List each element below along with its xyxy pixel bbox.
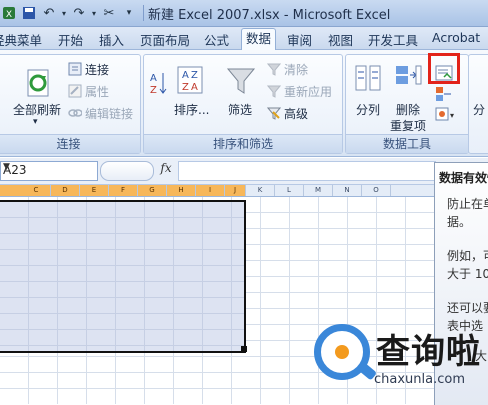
name-box-dropdown-icon[interactable]: ▼ — [3, 162, 94, 172]
svg-text:X: X — [6, 10, 12, 20]
advanced-icon[interactable] — [266, 105, 282, 121]
column-header[interactable] — [0, 185, 23, 196]
connections-icon[interactable] — [67, 61, 83, 77]
outline-partial-label[interactable]: 分 — [473, 101, 485, 118]
column-header[interactable]: G — [138, 185, 167, 196]
data-tools-group-label: 数据工具 — [346, 134, 468, 153]
tab-view[interactable]: 视图 — [328, 30, 353, 49]
formula-input[interactable] — [178, 161, 436, 181]
sort-label[interactable]: 排序... — [174, 101, 209, 118]
sort-dialog-icon[interactable]: AZZA — [176, 65, 204, 95]
refresh-all-icon[interactable] — [23, 67, 53, 99]
column-header[interactable]: I — [196, 185, 225, 196]
tooltip-line: 例如，可 — [447, 249, 488, 263]
excel-logo-icon[interactable]: X — [0, 4, 18, 22]
properties-icon[interactable] — [67, 83, 83, 99]
column-header[interactable]: F — [109, 185, 138, 196]
tab-data[interactable]: 数据 — [241, 28, 277, 50]
insert-function-icon[interactable]: fx — [156, 161, 176, 179]
watermark-brand: 查询啦 — [376, 332, 481, 372]
edit-links-label[interactable]: 编辑链接 — [85, 105, 133, 122]
tab-classic-menu[interactable]: 经典菜单 — [0, 30, 42, 49]
column-header[interactable]: D — [51, 185, 80, 196]
column-header[interactable]: M — [304, 185, 333, 196]
svg-text:▾: ▾ — [450, 111, 454, 120]
advanced-label[interactable]: 高级 — [284, 105, 308, 122]
watermark-url: chaxunla.com — [374, 372, 465, 387]
svg-text:Z: Z — [182, 82, 189, 93]
formula-bar: A23 ▼ fx — [0, 158, 488, 185]
refresh-dropdown-icon[interactable]: ▾ — [33, 117, 38, 127]
tab-home[interactable]: 开始 — [58, 30, 83, 49]
refresh-all-label[interactable]: 全部刷新 — [13, 101, 61, 118]
consolidate-icon[interactable] — [434, 85, 454, 103]
qat-separator — [143, 5, 144, 21]
column-header[interactable]: J — [225, 185, 246, 196]
window-title: 新建 Excel 2007.xlsx - Microsoft Excel — [148, 8, 391, 23]
remove-duplicates-label-2[interactable]: 重复项 — [390, 117, 426, 134]
column-headers: C D E F G H I J K L M N O — [0, 185, 488, 197]
svg-text:Z: Z — [191, 70, 198, 81]
sort-filter-group: AZ AZZA 排序... 筛选 清除 重新应用 高级 排序和筛选 — [143, 54, 343, 154]
formula-controls — [100, 161, 154, 181]
column-header[interactable]: C — [22, 185, 51, 196]
clear-label[interactable]: 清除 — [284, 61, 308, 78]
column-header[interactable]: E — [80, 185, 109, 196]
column-header[interactable]: H — [167, 185, 196, 196]
what-if-analysis-icon[interactable]: ▾ — [434, 105, 460, 123]
name-box[interactable]: A23 ▼ — [0, 161, 98, 181]
tooltip-line: 据。 — [447, 215, 472, 229]
data-validation-highlight — [428, 53, 460, 84]
tab-page-layout[interactable]: 页面布局 — [140, 30, 190, 49]
reapply-label[interactable]: 重新应用 — [284, 83, 332, 100]
remove-duplicates-label[interactable]: 删除 — [396, 101, 420, 118]
watermark: 查询啦 chaxunla.com — [300, 318, 488, 404]
filter-label[interactable]: 筛选 — [228, 101, 252, 118]
tooltip-title: 数据有效性 — [439, 171, 488, 185]
tab-acrobat[interactable]: Acrobat — [432, 30, 480, 45]
reapply-icon[interactable] — [266, 83, 282, 99]
column-header[interactable]: K — [246, 185, 275, 196]
svg-text:Z: Z — [150, 85, 157, 96]
outline-group: 分 — [468, 54, 488, 154]
tooltip-line: 大于 10 — [447, 267, 488, 281]
ribbon-tabs: 经典菜单 开始 插入 页面布局 公式 数据 审阅 视图 开发工具 Acrobat — [0, 27, 488, 50]
svg-text:A: A — [191, 82, 198, 93]
column-header[interactable]: N — [333, 185, 362, 196]
fill-handle[interactable] — [241, 346, 247, 352]
title-bar: X ↶ ▾ ↷ ▾ ✂ ▾ 新建 Excel 2007.xlsx - Micro… — [0, 0, 488, 27]
quick-access-toolbar: X ↶ ▾ ↷ ▾ ✂ ▾ — [0, 3, 147, 23]
save-icon[interactable] — [20, 4, 38, 22]
selected-range[interactable] — [0, 200, 246, 353]
connections-group: 全部刷新 ▾ 连接 属性 编辑链接 连接 — [0, 54, 141, 154]
tab-formulas[interactable]: 公式 — [204, 30, 229, 49]
svg-text:A: A — [182, 70, 189, 81]
sort-filter-group-label: 排序和筛选 — [144, 134, 342, 153]
clear-icon[interactable] — [266, 61, 282, 77]
redo-icon[interactable]: ↷ — [70, 4, 88, 22]
column-header[interactable]: L — [275, 185, 304, 196]
remove-duplicates-icon[interactable] — [394, 63, 422, 93]
tab-developer[interactable]: 开发工具 — [368, 30, 418, 49]
column-header[interactable]: O — [362, 185, 391, 196]
redo-dropdown-icon[interactable]: ▾ — [90, 4, 98, 22]
connections-group-label: 连接 — [0, 134, 140, 153]
customize-icon[interactable]: ▾ — [120, 4, 138, 22]
properties-label[interactable]: 属性 — [85, 83, 109, 100]
edit-links-icon[interactable] — [67, 105, 83, 121]
sort-az-icon[interactable]: AZ — [148, 69, 168, 109]
undo-icon[interactable]: ↶ — [40, 4, 58, 22]
undo-dropdown-icon[interactable]: ▾ — [60, 4, 68, 22]
tooltip-line: 防止在单 — [447, 197, 488, 211]
filter-icon[interactable] — [226, 65, 256, 97]
ribbon: 全部刷新 ▾ 连接 属性 编辑链接 连接 AZ AZZA 排序... 筛选 清除… — [0, 50, 488, 157]
connections-label[interactable]: 连接 — [85, 61, 109, 78]
svg-text:A: A — [150, 73, 157, 84]
tab-review[interactable]: 审阅 — [287, 30, 312, 49]
tab-insert[interactable]: 插入 — [99, 30, 124, 49]
tooltip-line: 还可以要 — [447, 301, 488, 315]
tools-icon[interactable]: ✂ — [100, 4, 118, 22]
text-to-columns-label[interactable]: 分列 — [356, 101, 380, 118]
text-to-columns-icon[interactable] — [354, 63, 382, 93]
